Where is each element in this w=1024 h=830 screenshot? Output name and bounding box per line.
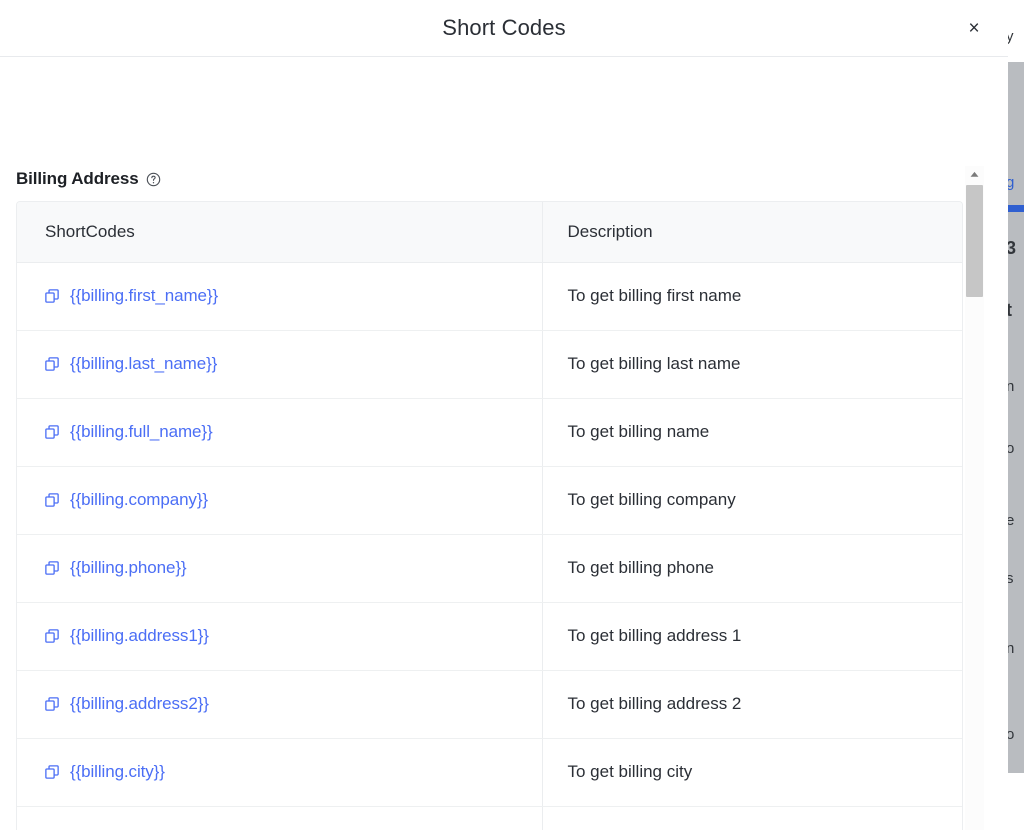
table-row: {{billing.city}} To get billing city (17, 738, 962, 807)
bg-text-fragment: o (1008, 726, 1015, 743)
table-row: {{billing.first_name}} To get billing fir… (17, 262, 962, 331)
shortcode-cell: {{billing.phone}} (17, 534, 542, 603)
section-heading: Billing Address (16, 169, 161, 189)
description-text: To get billing address 2 (567, 694, 742, 713)
bg-text-fragment: n (1008, 640, 1015, 657)
bg-text-fragment: g (1008, 174, 1015, 191)
copy-icon[interactable] (45, 697, 59, 711)
chevron-up-icon[interactable] (965, 166, 984, 183)
close-icon[interactable]: × (960, 14, 988, 42)
table-body: {{billing.first_name}} To get billing fir… (17, 262, 962, 830)
table-head: ShortCodes Description (17, 202, 962, 263)
description-text: To get billing name (567, 422, 710, 441)
shortcodes-table-container: ShortCodes Description {{billing.first_n… (16, 201, 963, 830)
shortcode-text[interactable]: {{billing.address1}} (70, 626, 209, 646)
shortcode-cell: {{billing.state}} (17, 806, 542, 830)
description-cell: To get billing name (541, 398, 962, 467)
copy-icon[interactable] (45, 493, 59, 507)
modal-header: Short Codes × (0, 0, 1008, 57)
shortcodes-table: ShortCodes Description {{billing.first_n… (17, 202, 962, 830)
column-header-shortcodes: ShortCodes (17, 202, 542, 263)
shortcode-cell: {{billing.city}} (17, 738, 542, 807)
shortcode-text[interactable]: {{billing.address2}} (70, 694, 209, 714)
description-cell: To get billing address 1 (541, 602, 962, 671)
shortcode-text[interactable]: {{billing.full_name}} (70, 422, 213, 442)
description-cell: To get billing last name (541, 330, 962, 399)
shortcode-text[interactable]: {{billing.first_name}} (70, 286, 218, 306)
copy-icon[interactable] (45, 425, 59, 439)
table-row: {{billing.address1}} To get billing addre… (17, 602, 962, 671)
shortcode-text[interactable]: {{billing.city}} (70, 762, 165, 782)
bg-accent-bar (1008, 205, 1024, 212)
description-text: To get billing last name (567, 354, 741, 373)
help-circle-icon[interactable] (146, 172, 161, 187)
description-cell: To get billing state (541, 806, 962, 830)
copy-icon[interactable] (45, 357, 59, 371)
description-text: To get billing phone (567, 558, 715, 577)
shortcode-cell: {{billing.company}} (17, 466, 542, 535)
column-header-description: Description (541, 202, 962, 263)
modal-body: Billing Address ShortCodes Description {… (0, 57, 1008, 830)
shortcode-cell: {{billing.last_name}} (17, 330, 542, 399)
shortcode-text[interactable]: {{billing.company}} (70, 490, 208, 510)
shortcode-text[interactable]: {{billing.phone}} (70, 558, 187, 578)
copy-icon[interactable] (45, 765, 59, 779)
bg-text-fragment: s (1008, 570, 1014, 587)
bg-text-fragment: y (1008, 28, 1014, 45)
scrollbar-thumb[interactable] (966, 185, 983, 297)
background-page-sliver: y g 3 t n o e s n o (1008, 0, 1024, 773)
shortcode-cell: {{billing.address1}} (17, 602, 542, 671)
description-cell: To get billing first name (541, 262, 962, 331)
shortcode-cell: {{billing.address2}} (17, 670, 542, 739)
shortcode-cell: {{billing.full_name}} (17, 398, 542, 467)
table-row: {{billing.company}} To get billing compan… (17, 466, 962, 535)
bg-text-fragment: 3 (1008, 238, 1017, 258)
vertical-scrollbar[interactable] (965, 166, 984, 830)
bg-text-fragment: t (1008, 300, 1012, 320)
copy-icon[interactable] (45, 561, 59, 575)
table-row: {{billing.phone}} To get billing phone (17, 534, 962, 603)
scrollbar-track[interactable] (965, 183, 984, 830)
description-text: To get billing company (567, 490, 736, 509)
bg-text-fragment: o (1008, 440, 1015, 457)
table-row: {{billing.address2}} To get billing addre… (17, 670, 962, 739)
description-cell: To get billing company (541, 466, 962, 535)
short-codes-modal: Short Codes × Billing Address ShortCodes… (0, 0, 1008, 830)
page-title: Short Codes (442, 15, 566, 40)
description-cell: To get billing address 2 (541, 670, 962, 739)
description-cell: To get billing city (541, 738, 962, 807)
description-text: To get billing first name (567, 286, 742, 305)
bg-text-fragment: n (1008, 378, 1015, 395)
table-header-row: ShortCodes Description (17, 202, 962, 263)
table-row: {{billing.last_name}} To get billing last… (17, 330, 962, 399)
copy-icon[interactable] (45, 289, 59, 303)
copy-icon[interactable] (45, 629, 59, 643)
section-title: Billing Address (16, 169, 139, 188)
bg-text-fragment: e (1008, 512, 1015, 529)
shortcode-cell: {{billing.first_name}} (17, 262, 542, 331)
table-row: {{billing.full_name}} To get billing name (17, 398, 962, 467)
description-text: To get billing city (567, 762, 693, 781)
shortcode-text[interactable]: {{billing.last_name}} (70, 354, 217, 374)
table-row: {{billing.state}}To get billing state (17, 806, 962, 830)
description-cell: To get billing phone (541, 534, 962, 603)
description-text: To get billing address 1 (567, 626, 742, 645)
